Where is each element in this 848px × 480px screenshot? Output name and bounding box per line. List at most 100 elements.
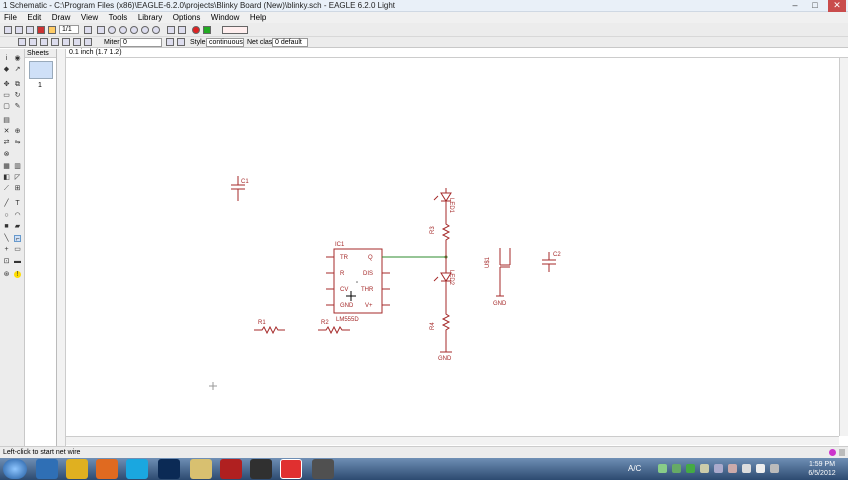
errors-icon[interactable]: !	[14, 271, 21, 278]
firefox-taskbar-icon[interactable]	[96, 459, 118, 479]
ulp-icon[interactable]	[97, 26, 105, 34]
vertical-scrollbar[interactable]	[839, 58, 848, 436]
ic1-lm555[interactable]	[326, 248, 390, 314]
close-button[interactable]: ✕	[828, 0, 846, 12]
menu-tools[interactable]: Tools	[105, 12, 132, 23]
zoom-in-icon[interactable]	[119, 26, 127, 34]
schematic-canvas[interactable]: C1 IC1 LM555D TR R CV GND Q DIS THR V+ L…	[66, 58, 839, 436]
sheet-number[interactable]: 1	[38, 82, 42, 89]
wire-bend-2-icon[interactable]	[29, 38, 37, 46]
paste-icon[interactable]: ▤	[3, 117, 10, 124]
move-icon[interactable]: ✥	[3, 81, 10, 88]
text-icon[interactable]: T	[14, 200, 21, 207]
menu-edit[interactable]: Edit	[23, 12, 45, 23]
input-language[interactable]: A/C	[628, 464, 641, 473]
wire-bend-6-icon[interactable]	[73, 38, 81, 46]
save-icon[interactable]	[15, 26, 23, 34]
script-icon[interactable]	[84, 26, 92, 34]
flag-icon[interactable]	[770, 464, 779, 473]
redo-icon[interactable]	[178, 26, 186, 34]
wire-bend-icon[interactable]	[18, 38, 26, 46]
bus-icon[interactable]: ╲	[3, 235, 10, 242]
gateswap-icon[interactable]: ⊗	[3, 151, 10, 158]
value-icon[interactable]: ▥	[14, 163, 21, 170]
eagle-taskbar-icon[interactable]	[280, 459, 302, 479]
replace-icon[interactable]: ⇋	[14, 139, 21, 146]
mirror-icon[interactable]: ▭	[3, 92, 10, 99]
label-icon[interactable]: ▭	[14, 246, 21, 253]
go-icon[interactable]	[203, 26, 211, 34]
attribute-icon[interactable]: ⊡	[3, 258, 10, 265]
name-icon[interactable]: ▦	[3, 163, 10, 170]
info-icon[interactable]: i	[3, 55, 10, 62]
tray-icon-1[interactable]	[658, 464, 667, 473]
resistor-r1[interactable]	[254, 325, 285, 335]
menu-options[interactable]: Options	[169, 12, 205, 23]
display-icon[interactable]: ◆	[3, 66, 10, 73]
tray-icon-2[interactable]	[672, 464, 681, 473]
menu-library[interactable]: Library	[134, 12, 166, 23]
menu-draw[interactable]: Draw	[48, 12, 75, 23]
ie-taskbar-icon[interactable]	[36, 459, 58, 479]
minimize-button[interactable]: –	[786, 0, 804, 12]
sheet-thumbnail[interactable]	[29, 61, 53, 79]
group-icon[interactable]: ▢	[3, 103, 10, 110]
show-icon[interactable]: ◉	[14, 55, 21, 62]
wire-bend-3-icon[interactable]	[40, 38, 48, 46]
zoom-out-icon[interactable]	[130, 26, 138, 34]
zoom-select-icon[interactable]	[152, 26, 160, 34]
stop-icon[interactable]	[192, 26, 200, 34]
part-u1[interactable]	[496, 248, 511, 297]
circle-icon[interactable]: ○	[3, 212, 10, 219]
add-icon[interactable]: ⊕	[14, 128, 21, 135]
erc-icon[interactable]: ⊛	[3, 271, 10, 278]
menu-view[interactable]: View	[77, 12, 102, 23]
netclass-select[interactable]: 0 default	[272, 38, 308, 47]
system-clock[interactable]: 1:59 PM 6/5/2012	[802, 460, 842, 478]
tray-icon-5[interactable]	[714, 464, 723, 473]
tray-icon-4[interactable]	[700, 464, 709, 473]
split-icon[interactable]: ⟋	[3, 185, 10, 192]
network-icon[interactable]	[742, 464, 751, 473]
net-icon[interactable]: ⌐	[14, 235, 21, 243]
menu-file[interactable]: File	[0, 12, 21, 23]
pinswap-icon[interactable]: ⇄	[3, 139, 10, 146]
arc-icon[interactable]: ◠	[14, 212, 21, 219]
resistor-r4[interactable]	[441, 308, 451, 348]
junction-icon[interactable]: +	[3, 246, 10, 253]
cam-icon[interactable]	[37, 26, 45, 34]
volume-icon[interactable]	[756, 464, 765, 473]
maximize-button[interactable]: □	[806, 0, 824, 12]
undo-icon[interactable]	[167, 26, 175, 34]
rect-icon[interactable]: ■	[3, 223, 10, 230]
rotate-icon[interactable]: ↻	[14, 92, 21, 99]
miter-icon[interactable]: ◸	[14, 174, 21, 181]
change-icon[interactable]: ✎	[14, 103, 21, 110]
menu-help[interactable]: Help	[246, 12, 270, 23]
wire-bend-5-icon[interactable]	[62, 38, 70, 46]
wire-icon[interactable]: ╱	[3, 200, 10, 207]
invoke-icon[interactable]: ⊞	[14, 185, 21, 192]
resistor-r2[interactable]	[318, 325, 350, 335]
smash-icon[interactable]: ◧	[3, 174, 10, 181]
polygon-icon[interactable]: ▰	[14, 223, 21, 230]
zoom-redraw-icon[interactable]	[141, 26, 149, 34]
mark-icon[interactable]: ↗	[14, 66, 21, 73]
copy-icon[interactable]: ⧉	[14, 81, 21, 88]
resistor-r3[interactable]	[441, 218, 451, 257]
tray-icon-6[interactable]	[728, 464, 737, 473]
wire-bend-7-icon[interactable]	[84, 38, 92, 46]
chrome-taskbar-icon[interactable]	[66, 459, 88, 479]
explorer-taskbar-icon[interactable]	[190, 459, 212, 479]
skype-taskbar-icon[interactable]	[126, 459, 148, 479]
photoshop-taskbar-icon[interactable]	[158, 459, 180, 479]
open-icon[interactable]	[4, 26, 12, 34]
start-button[interactable]	[3, 459, 27, 479]
style-select[interactable]: continuous	[206, 38, 244, 47]
menu-window[interactable]: Window	[207, 12, 243, 23]
print-icon[interactable]	[26, 26, 34, 34]
filezilla-taskbar-icon[interactable]	[220, 459, 242, 479]
zoom-fit-icon[interactable]	[108, 26, 116, 34]
sheet-select[interactable]: 1/1	[59, 25, 79, 34]
wire-bend-4-icon[interactable]	[51, 38, 59, 46]
